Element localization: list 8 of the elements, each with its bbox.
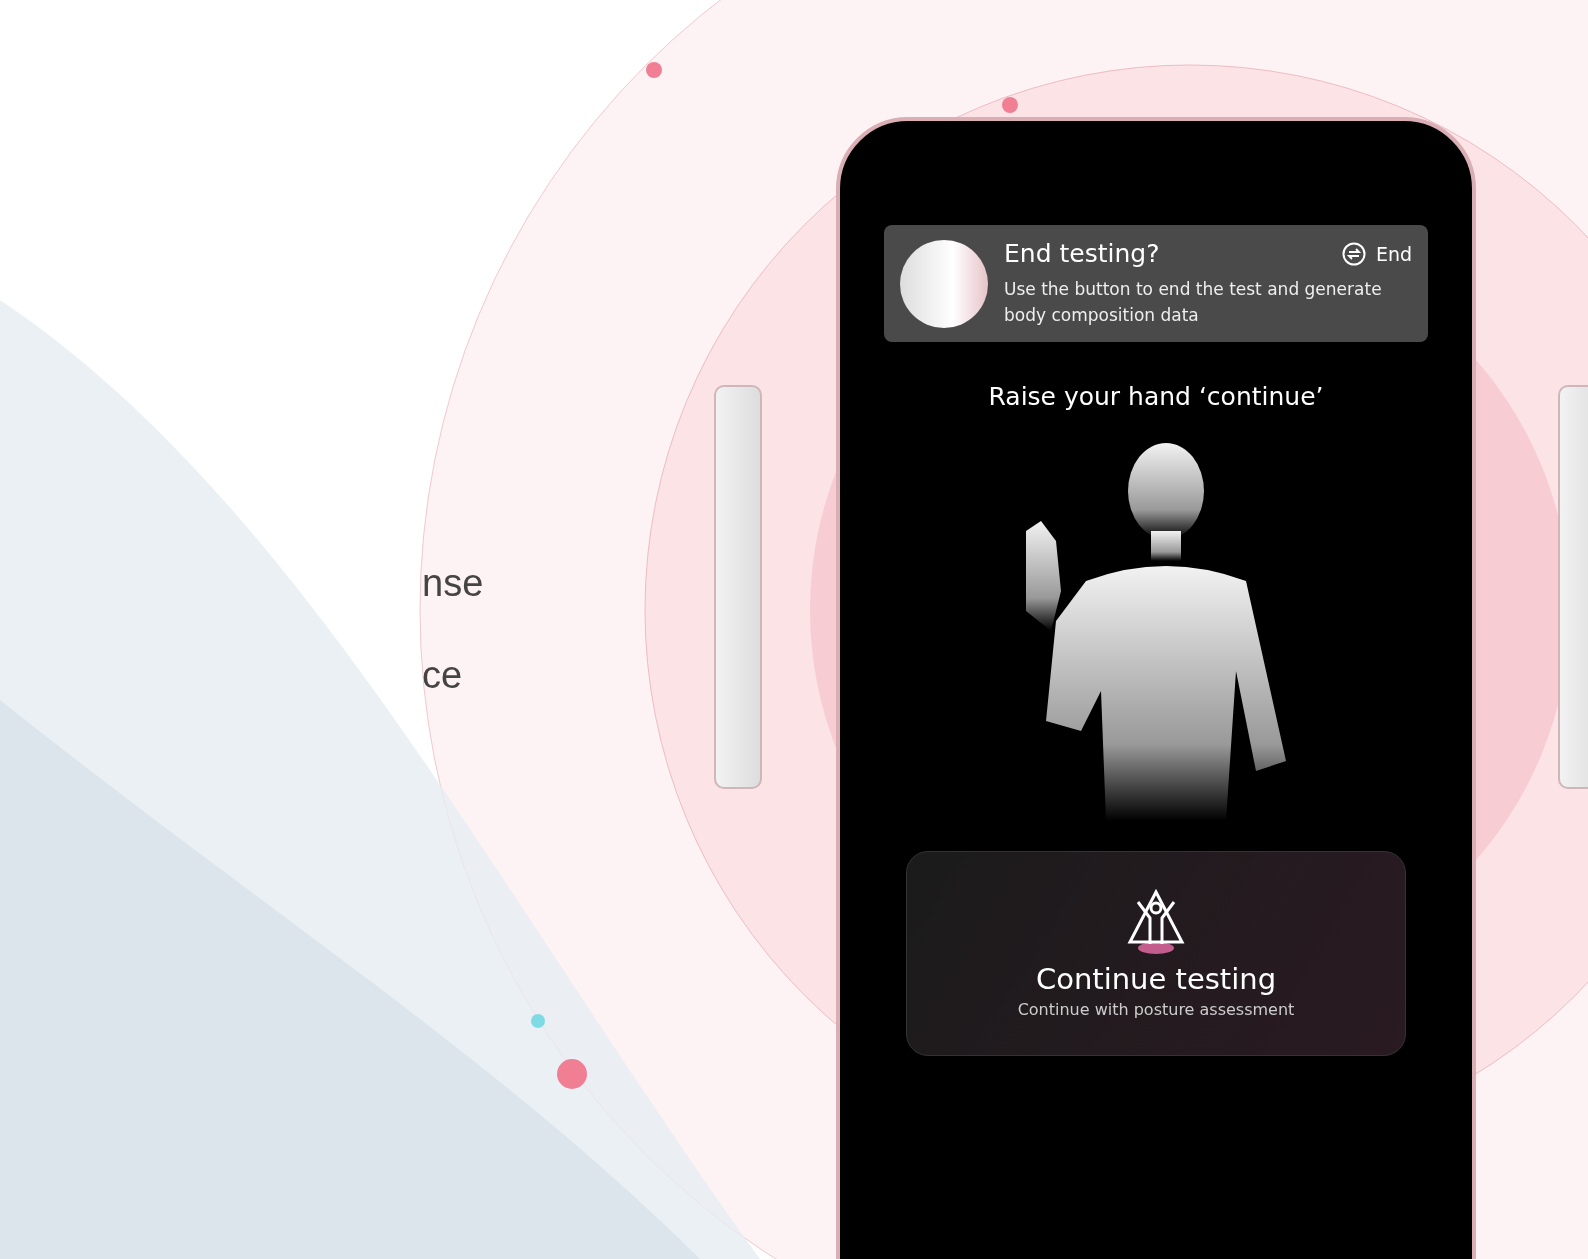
- swap-icon: [1341, 241, 1366, 266]
- continue-testing-button[interactable]: Continue testing Continue with posture assessment: [906, 851, 1406, 1056]
- instruction-text: Raise your hand ‘continue’: [988, 382, 1324, 411]
- notification-message: Use the button to end the test and generate body composition data: [1004, 278, 1383, 327]
- heading-text: ce: [422, 653, 463, 698]
- notification-title: End testing?: [1004, 239, 1160, 268]
- end-button[interactable]: End: [1341, 241, 1412, 266]
- heading-text: nse: [422, 561, 484, 606]
